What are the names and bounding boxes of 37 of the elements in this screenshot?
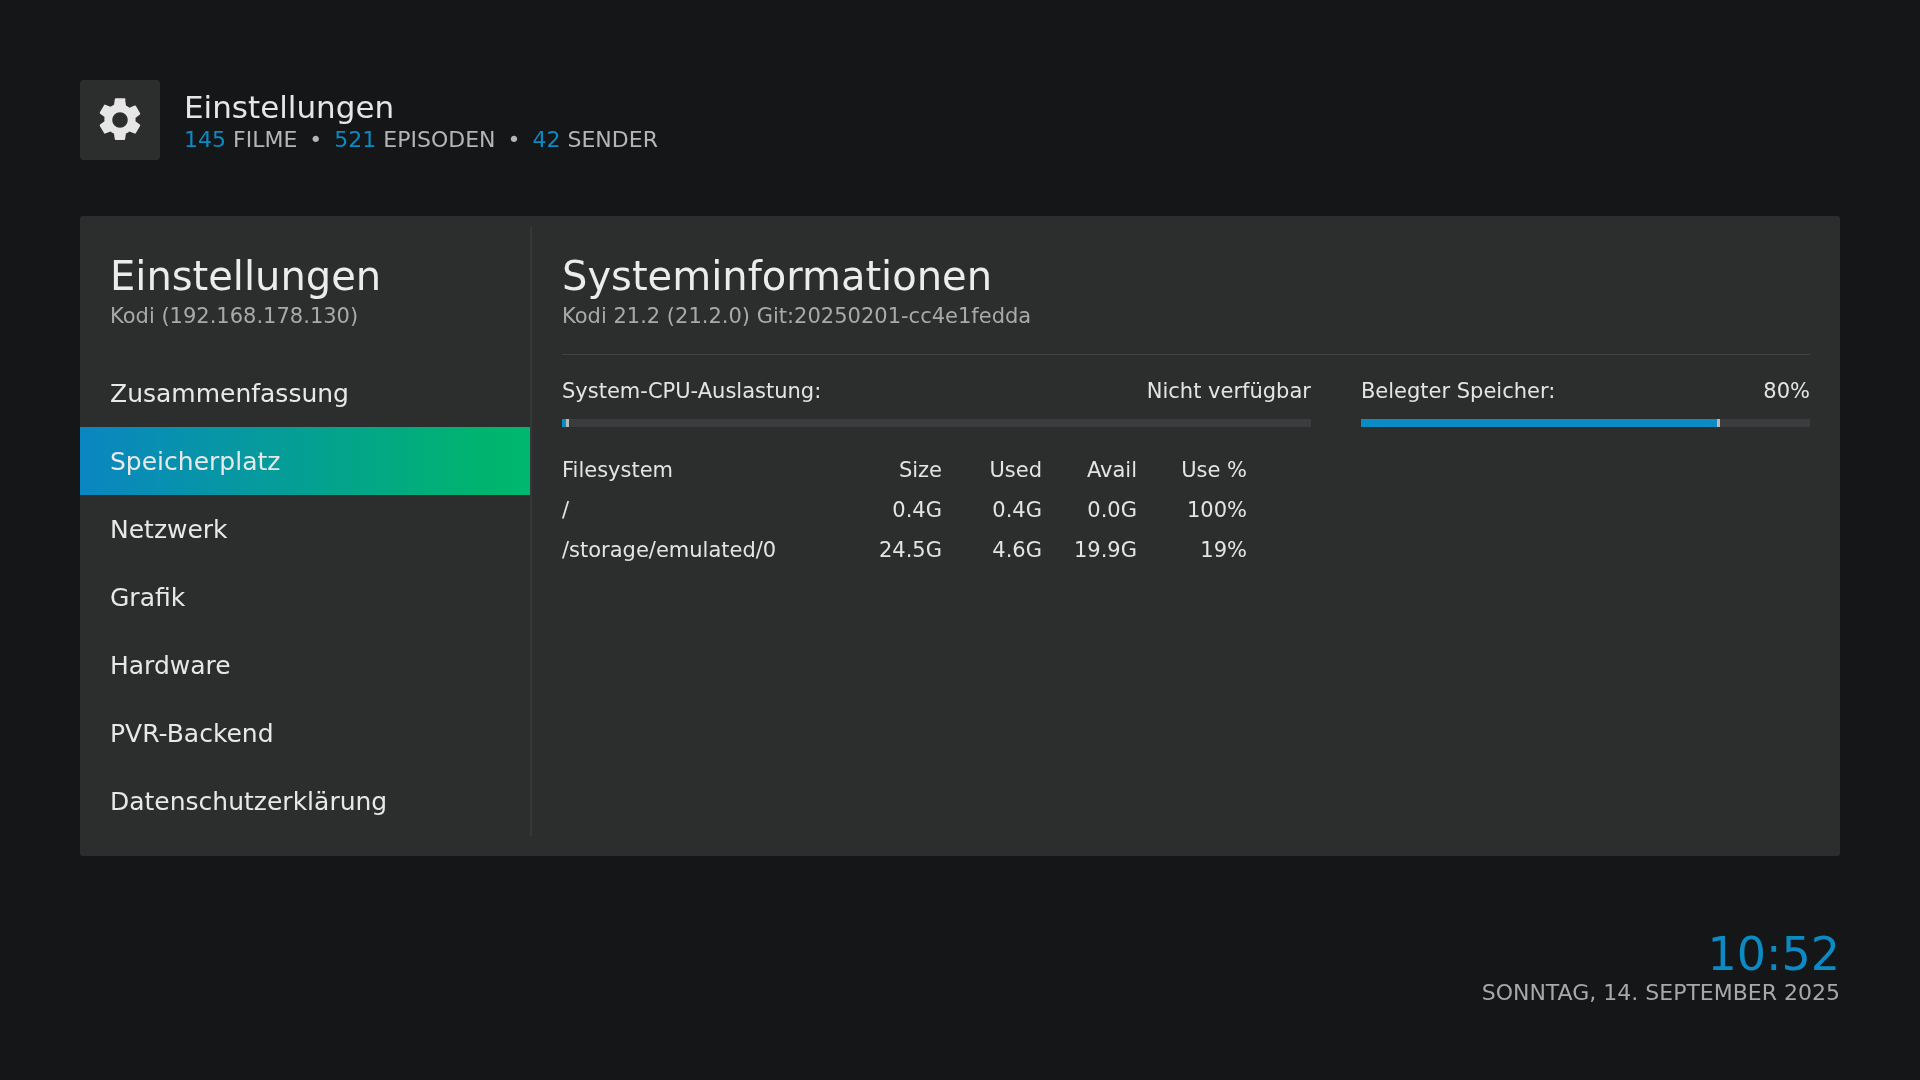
- clock-date: SONNTAG, 14. SEPTEMBER 2025: [1481, 980, 1840, 1005]
- page-title: Einstellungen: [184, 88, 396, 125]
- table-cell-text: 24.5G: [877, 537, 942, 563]
- table-cell-text: 100%: [1185, 497, 1247, 523]
- library-count: 521 EPISODEN: [334, 126, 496, 152]
- table-cell-text: 19.9G: [1072, 537, 1137, 563]
- column-header: Size: [897, 457, 942, 483]
- separator-dot: •: [507, 126, 521, 152]
- version-text: Kodi 21.2 (21.2.0) Git:20250201-cc4e1fedda: [562, 304, 1033, 328]
- column-header: Filesystem: [562, 457, 675, 483]
- sidebar-item[interactable]: Datenschutzerklärung: [80, 767, 530, 837]
- sidebar-item[interactable]: Netzwerk: [80, 495, 530, 564]
- table-cell-text: 19%: [1199, 537, 1247, 563]
- sidebar-item[interactable]: Hardware: [80, 631, 530, 700]
- sidebar-item[interactable]: Grafik: [80, 563, 530, 632]
- table-cell-text: /storage/emulated/0: [562, 537, 778, 563]
- meter-label: System-CPU-Auslastung:: [562, 379, 822, 403]
- sidebar-item[interactable]: Zusammenfassung: [80, 359, 530, 428]
- column-header: Use %: [1180, 457, 1247, 483]
- section-title: Systeminformationen: [562, 252, 993, 300]
- separator-dot: •: [309, 126, 323, 152]
- meter-label: Belegter Speicher:: [1360, 379, 1556, 403]
- table-cell-text: 0.4G: [891, 497, 942, 523]
- meter-reading: Nicht verfügbar: [1146, 379, 1311, 403]
- column-header: Used: [988, 457, 1042, 483]
- table-cell-text: 0.4G: [991, 497, 1042, 523]
- table-cell-text: /: [562, 497, 571, 523]
- sidebar-subtitle: Kodi (192.168.178.130): [110, 304, 360, 328]
- table-cell-text: 0.0G: [1086, 497, 1137, 523]
- meter-reading: 80%: [1763, 379, 1810, 403]
- sidebar-title: Einstellungen: [110, 252, 383, 300]
- library-count: 145 FILME: [184, 126, 298, 152]
- library-count: 42 SENDER: [532, 126, 658, 152]
- table-cell-text: 4.6G: [991, 537, 1042, 563]
- column-header: Avail: [1085, 457, 1137, 483]
- sidebar-item[interactable]: PVR-Backend: [80, 699, 530, 768]
- clock-time: 10:52: [1707, 928, 1840, 980]
